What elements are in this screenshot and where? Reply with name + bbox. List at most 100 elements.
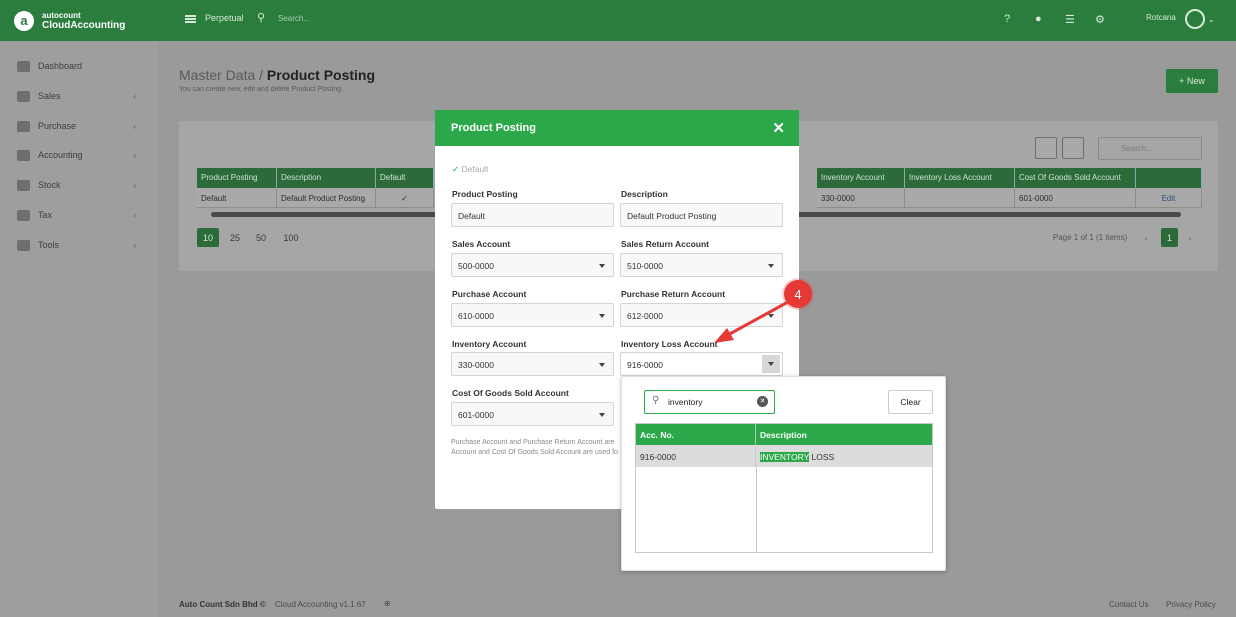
chevron-left-icon: ‹ [133, 121, 136, 131]
footer-version: Cloud Accounting v1.1.67 [275, 600, 366, 609]
mode-label[interactable]: Perpetual [205, 13, 244, 23]
chevron-right-icon[interactable]: › [1184, 228, 1196, 247]
clear-button[interactable]: Clear [888, 390, 933, 414]
close-icon[interactable]: ✕ [772, 119, 785, 137]
sales-account-select[interactable]: 500-0000 [451, 253, 614, 277]
breadcrumb[interactable]: Master Data / [179, 67, 263, 83]
page-title: Master Data / Product Posting [179, 67, 375, 83]
avatar[interactable] [1185, 9, 1205, 29]
global-search-input[interactable]: Search... [278, 14, 310, 23]
help-icon[interactable]: ? [1004, 13, 1010, 25]
dropdown-search-value: inventory [668, 397, 703, 407]
cogs-account-label: Cost Of Goods Sold Account [452, 388, 569, 398]
privacy-link[interactable]: Privacy Policy [1166, 600, 1216, 609]
result-acc-no[interactable]: 916-0000 [636, 445, 756, 467]
page-size-25[interactable]: 25 [226, 228, 244, 247]
clear-search-icon[interactable]: ✕ [757, 396, 768, 407]
check-icon: ✓ [376, 188, 434, 208]
page-button[interactable]: 1 [1161, 228, 1178, 247]
dropdown-toggle-button[interactable] [762, 355, 780, 373]
product-posting-label: Product Posting [452, 189, 518, 199]
contact-link[interactable]: Contact Us [1109, 600, 1149, 609]
gear-icon[interactable]: ⚙ [1095, 13, 1105, 26]
sidebar-item-tools[interactable]: Tools ‹ [0, 235, 158, 255]
description-rest: LOSS [809, 452, 835, 462]
chevron-left-icon[interactable]: ‹ [1140, 228, 1152, 247]
sidebar-item-dashboard[interactable]: Dashboard [0, 56, 158, 76]
default-checkbox[interactable]: ✓ Default [452, 164, 488, 175]
chevron-left-icon: ‹ [133, 180, 136, 190]
brand-top: autocount [42, 10, 81, 20]
description-input[interactable]: Default Product Posting [620, 203, 783, 227]
result-description[interactable]: INVENTORY LOSS [756, 445, 932, 467]
sidebar-item-accounting[interactable]: Accounting ‹ [0, 145, 158, 165]
table-search-input[interactable]: Search... [1098, 137, 1202, 160]
sales-return-account-value: 510-0000 [627, 261, 663, 271]
page-size-100[interactable]: 100 [280, 228, 302, 247]
column-divider [756, 467, 757, 552]
footer-company: Auto Count Sdn Bhd © [179, 600, 266, 609]
sidebar-item-sales[interactable]: Sales ‹ [0, 86, 158, 106]
export-icon[interactable] [1035, 137, 1057, 159]
stock-icon [17, 179, 30, 191]
sales-return-account-select[interactable]: 510-0000 [620, 253, 783, 277]
column-header[interactable]: Product Posting [197, 168, 277, 188]
column-header[interactable]: Inventory Loss Account [905, 168, 1015, 188]
chevron-down-icon [599, 363, 605, 367]
inventory-loss-account-value: 916-0000 [627, 360, 663, 370]
purchase-account-select[interactable]: 610-0000 [451, 303, 614, 327]
default-checkbox-label: Default [461, 164, 489, 174]
sidebar-item-stock[interactable]: Stock ‹ [0, 175, 158, 195]
column-header[interactable]: Cost Of Goods Sold Account [1015, 168, 1136, 188]
sidebar-item-label: Sales [38, 91, 61, 101]
inventory-account-select[interactable]: 330-0000 [451, 352, 614, 376]
modal-note: Purchase Account and Purchase Return Acc… [451, 439, 618, 456]
page-size-50[interactable]: 50 [252, 228, 270, 247]
cogs-account-select[interactable]: 601-0000 [451, 402, 614, 426]
search-icon: ⚲ [652, 395, 660, 406]
notification-icon[interactable]: ● [1035, 13, 1042, 25]
column-header [1136, 168, 1202, 188]
account-dropdown-popup: ⚲ inventory ✕ Clear Acc. No. Description… [621, 376, 946, 571]
modal-header: Product Posting ✕ [435, 110, 799, 146]
user-name[interactable]: Rotcana [1146, 13, 1176, 22]
column-header[interactable]: Description [277, 168, 376, 188]
column-header[interactable]: Inventory Account [817, 168, 905, 188]
inventory-account-value: 330-0000 [458, 360, 494, 370]
sidebar-item-tax[interactable]: Tax ‹ [0, 205, 158, 225]
page-size-10[interactable]: 10 [197, 228, 219, 247]
callout-arrow [714, 300, 789, 343]
tools-icon [17, 239, 30, 251]
edit-link[interactable]: Edit [1136, 188, 1202, 208]
page-title-text: Product Posting [266, 67, 376, 83]
app-logo[interactable]: a autocount CloudAccounting [0, 0, 158, 41]
menu-icon[interactable] [185, 15, 196, 23]
column-header[interactable]: Default [376, 168, 434, 188]
globe-icon[interactable]: ⊕ [384, 599, 391, 608]
chevron-down-icon[interactable]: ⌄ [1208, 15, 1215, 24]
product-posting-input[interactable]: Default [451, 203, 614, 227]
sales-account-label: Sales Account [452, 239, 511, 249]
accounting-icon [17, 149, 30, 161]
footer: Auto Count Sdn Bhd © Cloud Accounting v1… [158, 590, 1236, 617]
column-header: Description [756, 424, 932, 445]
chevron-down-icon [768, 264, 774, 268]
tax-icon [17, 209, 30, 221]
dropdown-results-table: Acc. No. Description 916-0000 INVENTORY … [635, 423, 933, 553]
sidebar-item-purchase[interactable]: Purchase ‹ [0, 116, 158, 136]
logo-icon: a [14, 10, 34, 31]
column-chooser-icon[interactable] [1062, 137, 1084, 159]
column-header: Acc. No. [636, 424, 756, 445]
description-label: Description [621, 189, 668, 199]
dashboard-icon [17, 60, 30, 72]
table-cell: 330-0000 [817, 188, 905, 208]
sidebar: a autocount CloudAccounting Dashboard Sa… [0, 0, 158, 617]
sales-return-account-label: Sales Return Account [621, 239, 710, 249]
sidebar-item-label: Dashboard [38, 61, 83, 71]
chevron-left-icon: ‹ [133, 150, 136, 160]
list-icon[interactable]: ☰ [1065, 13, 1075, 26]
dropdown-search-input[interactable]: ⚲ inventory ✕ [644, 390, 775, 414]
new-button[interactable]: + New [1166, 69, 1218, 93]
search-icon[interactable]: ⚲ [257, 11, 265, 24]
page-subtitle: You can create new, edit and delete Prod… [179, 86, 343, 93]
